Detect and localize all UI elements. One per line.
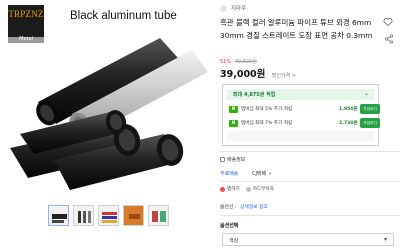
brand-name: TRPZNZ — [8, 9, 44, 19]
join-button[interactable]: 가입하기 — [360, 118, 380, 128]
seller-name[interactable]: 지마우 — [231, 4, 246, 12]
share-icon[interactable] — [384, 34, 394, 44]
short-black-tubes — [10, 110, 184, 190]
chevron-down-icon: ⌄ — [363, 90, 369, 97]
thumbnail-5[interactable] — [148, 205, 169, 226]
divider — [220, 151, 400, 152]
shipping-row[interactable]: 무료배송 CJ택배 ▾ — [220, 170, 271, 177]
heart-icon[interactable] — [383, 17, 393, 27]
original-price: 79,600원 — [234, 59, 257, 65]
sale-price-row: 39,000원 할인가격 > — [220, 66, 296, 80]
chevron-down-icon: ▾ — [268, 171, 272, 177]
discount-percent: 51% — [220, 59, 232, 65]
product-photo — [10, 38, 208, 190]
seller-logo-icon — [220, 4, 227, 12]
option-select[interactable]: 색상 ▾ — [222, 233, 394, 246]
benefit-row-points: 1,950원 — [339, 107, 358, 112]
seller-row[interactable]: 지마우 — [220, 4, 246, 12]
image-title: Black aluminum tube — [70, 10, 177, 22]
thumbnail-3[interactable] — [98, 205, 119, 226]
courier-name: CJ택배 — [252, 171, 267, 177]
benefit-row-points: 2,730원 — [339, 121, 358, 126]
sale-price: 39,000원 — [220, 69, 266, 80]
free-shipping: 무료배송 — [220, 171, 239, 177]
detail-row: 옵션선 : 상세정보 참조 — [220, 203, 268, 210]
benefit-footer — [227, 131, 374, 141]
naver-badge-icon: N — [229, 106, 238, 113]
benefit-header[interactable]: 최대 4,875원 적립 ⌄ — [227, 89, 374, 100]
discount-line: 51% 79,600원 — [220, 58, 257, 65]
card-icon — [245, 186, 251, 192]
divider — [220, 181, 400, 182]
thumb-mixed-tubes-icon — [152, 211, 166, 222]
option-select-value: 색상 — [229, 238, 239, 244]
benefit-box: 최대 4,875원 적립 ⌄ N 멤버십 최대 5% 추가 적립 1,950원 … — [222, 84, 380, 146]
shipping-label-text: 배송정보 — [227, 157, 246, 163]
heart-small-icon — [220, 186, 225, 192]
card-installment-label: 카드무이자 — [252, 187, 274, 192]
thumb-tube-set-icon — [78, 211, 91, 223]
chevron-down-icon: ▾ — [383, 236, 387, 243]
product-image-panel: TRPZNZ Metal Black aluminum tube — [0, 0, 212, 252]
thumbnail-4[interactable] — [123, 205, 144, 226]
extra-options-row: 찜하기 카드무이자 — [220, 186, 274, 192]
truck-icon — [220, 157, 225, 162]
benefit-row-text: 멤버십 최대 5% 추가 적립 — [241, 107, 293, 112]
thumbnail-2[interactable] — [73, 205, 94, 226]
product-title: 흑관 블랙 컬러 알루미늄 파이프 튜브 외경 6mm 30mm 경질 스트레이… — [220, 18, 373, 40]
join-button[interactable]: 가입하기 — [360, 104, 380, 114]
thumb-colored-tubes-icon — [102, 212, 117, 223]
price-detail-link[interactable]: 할인가격 > — [272, 73, 296, 79]
benefit-header-text: 최대 4,875원 적립 — [233, 92, 276, 98]
detail-label: 옵션선 : — [220, 205, 237, 210]
benefit-row: N 멤버십 최대 7% 추가 적립 2,730원 가입하기 — [227, 118, 380, 130]
wishlist-label: 찜하기 — [227, 187, 240, 192]
naver-badge-icon: N — [229, 120, 238, 127]
thumbnail-strip — [48, 205, 169, 226]
thumb-black-tubes-icon — [52, 214, 67, 223]
thumbnail-1[interactable] — [48, 205, 69, 226]
option-title: 옵션선택 — [220, 223, 239, 229]
benefit-row-text: 멤버십 최대 7% 추가 적립 — [241, 121, 293, 126]
card-installment-item[interactable]: 카드무이자 — [245, 186, 274, 192]
thumb-orange-tube-icon — [124, 206, 143, 225]
product-info-panel: 지마우 흑관 블랙 컬러 알루미늄 파이프 튜브 외경 6mm 30mm 경질 … — [220, 0, 400, 252]
divider — [220, 215, 400, 216]
detail-link[interactable]: 상세정보 참조 — [240, 205, 268, 210]
benefit-row: N 멤버십 최대 5% 추가 적립 1,950원 가입하기 — [227, 104, 380, 116]
wishlist-item[interactable]: 찜하기 — [220, 186, 240, 192]
shipping-info-label[interactable]: 배송정보 — [220, 156, 245, 163]
